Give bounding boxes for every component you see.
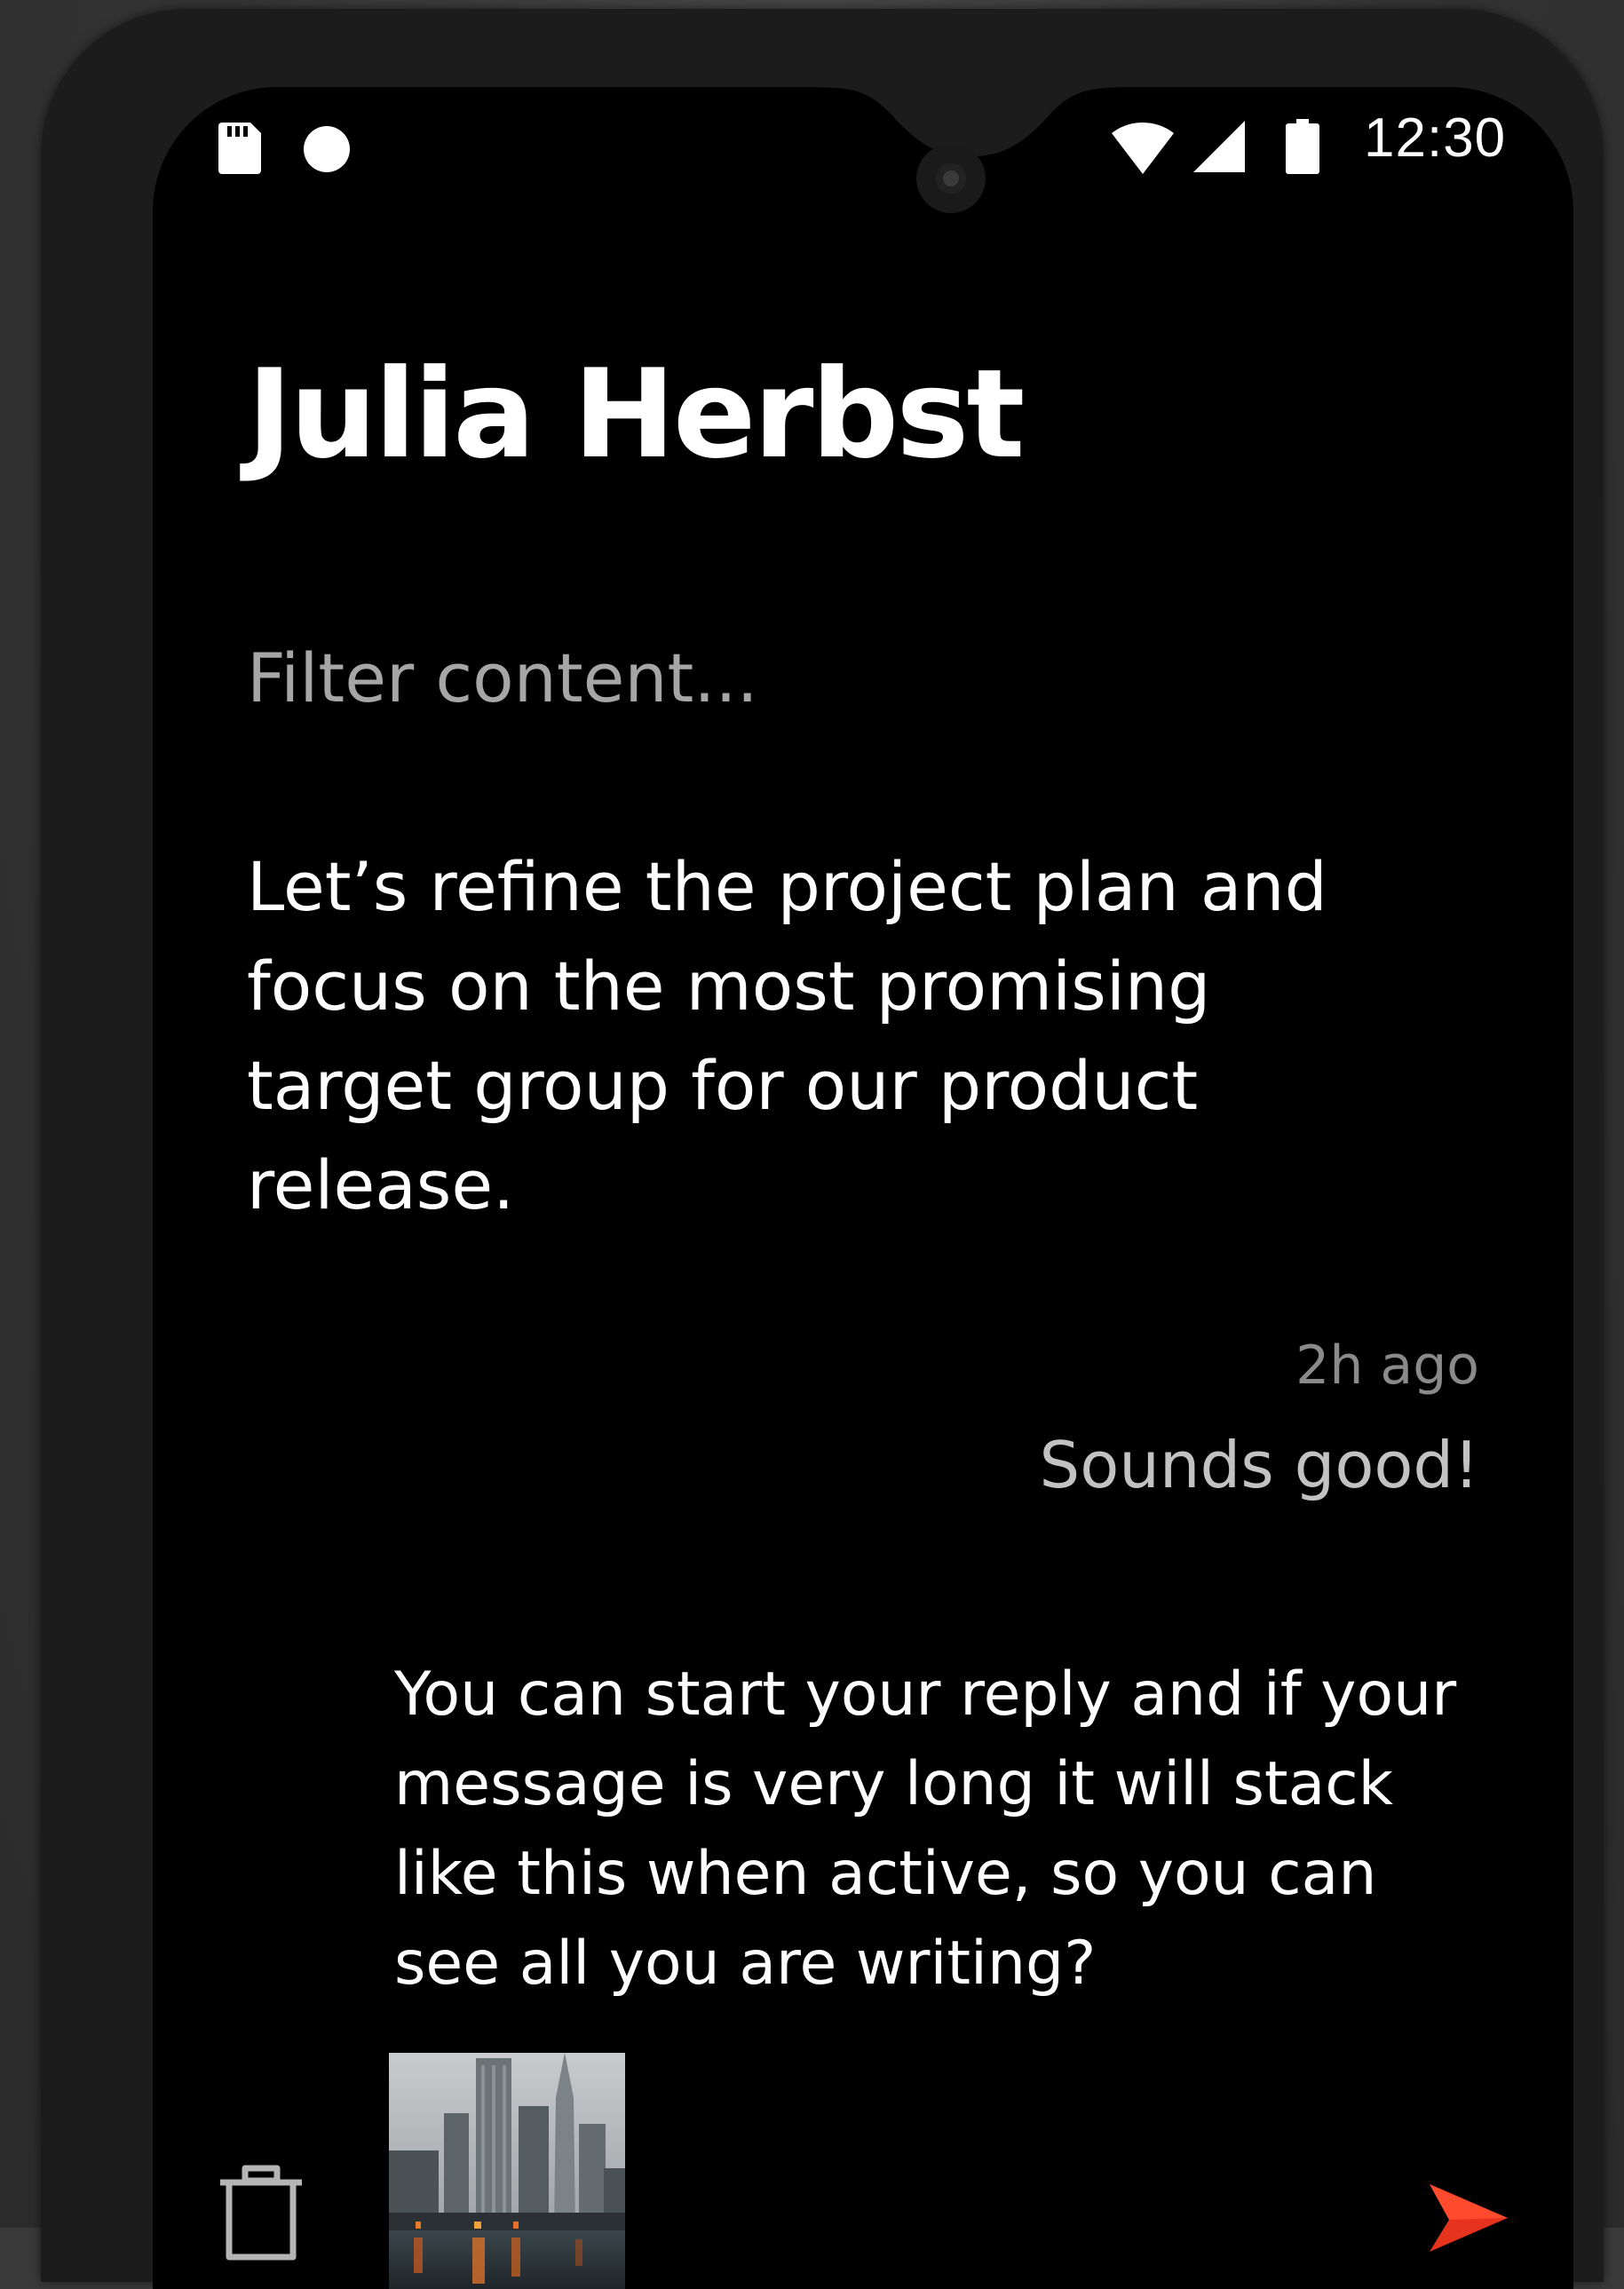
display-notch bbox=[788, 87, 1153, 158]
sd-card-icon bbox=[218, 123, 261, 174]
phone-frame: 12:30 Julia Herbst Let’s refine the proj… bbox=[41, 9, 1604, 2289]
send-icon bbox=[1430, 2184, 1508, 2252]
phone-screen: 12:30 Julia Herbst Let’s refine the proj… bbox=[153, 87, 1573, 2289]
status-time: 12:30 bbox=[1364, 107, 1507, 169]
front-camera bbox=[916, 144, 986, 213]
sent-reply: Sounds good! bbox=[1039, 1428, 1480, 1502]
reply-timestamp: 2h ago bbox=[1295, 1335, 1479, 1397]
notification-dot-icon bbox=[304, 126, 350, 172]
send-button[interactable] bbox=[1422, 2174, 1511, 2262]
contact-name: Julia Herbst bbox=[247, 343, 1025, 486]
trash-icon bbox=[220, 2165, 302, 2261]
filter-input[interactable] bbox=[247, 633, 1401, 722]
city-photo bbox=[389, 2053, 625, 2289]
delete-draft-button[interactable] bbox=[217, 2165, 305, 2262]
attachment-thumbnail[interactable] bbox=[389, 2053, 625, 2289]
received-message: Let’s refine the project plan and focus … bbox=[247, 847, 1327, 1224]
reply-draft-text[interactable]: You can start your reply and if your mes… bbox=[394, 1650, 1460, 2008]
battery-icon bbox=[1286, 119, 1319, 174]
cell-signal-icon bbox=[1193, 121, 1245, 172]
